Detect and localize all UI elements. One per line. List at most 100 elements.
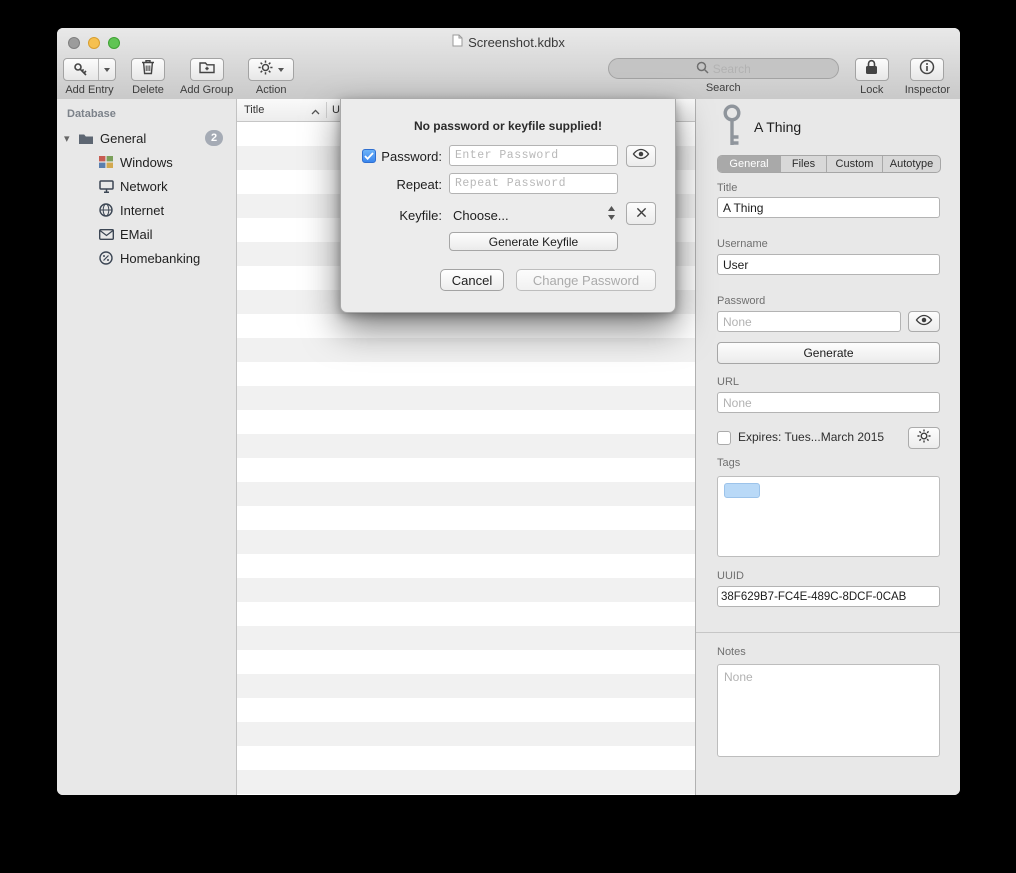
inspector-button[interactable] <box>910 58 944 81</box>
lock-item: Lock <box>855 58 889 96</box>
inspector-divider <box>696 632 960 633</box>
search-item: Search Search <box>608 58 839 96</box>
url-field[interactable]: None <box>717 392 940 413</box>
entry-title: A Thing <box>754 119 801 135</box>
lock-icon <box>865 59 878 80</box>
chevron-down-icon <box>104 68 110 72</box>
group-count-badge: 2 <box>205 130 223 146</box>
add-group-label: Add Group <box>180 84 233 96</box>
dialog-show-password-button[interactable] <box>626 145 656 167</box>
add-entry-label: Add Entry <box>65 84 113 96</box>
group-label: Windows <box>120 155 173 170</box>
tags-box[interactable] <box>717 476 940 557</box>
generate-button[interactable]: Generate <box>717 342 940 364</box>
sidebar-item-general[interactable]: ▾ General 2 <box>57 126 236 150</box>
search-input[interactable]: Search <box>608 58 839 79</box>
dialog-password-placeholder: Enter Password <box>455 149 559 162</box>
action-button[interactable] <box>248 58 294 81</box>
column-header-username[interactable]: U <box>332 104 340 116</box>
lock-label: Lock <box>860 84 883 96</box>
username-field[interactable]: User <box>717 254 940 275</box>
inspector-panel: A Thing General Files Custom Autotype Ti… <box>695 99 960 795</box>
keyfile-popup[interactable]: Choose... <box>453 208 509 223</box>
group-label: Homebanking <box>120 251 200 266</box>
eye-icon <box>915 313 933 331</box>
group-tree: ▾ General 2 Windows <box>57 126 236 270</box>
add-entry-dropdown[interactable] <box>98 59 115 80</box>
disclosure-triangle-icon[interactable]: ▾ <box>64 132 77 145</box>
add-group-button[interactable] <box>190 58 224 81</box>
column-header-title[interactable]: Title <box>244 104 264 116</box>
inspector-label: Inspector <box>905 84 950 96</box>
add-group-item: Add Group <box>180 58 233 96</box>
inspector-item: Inspector <box>905 58 950 96</box>
delete-item: Delete <box>131 58 165 96</box>
change-password-label: Change Password <box>533 273 639 288</box>
sidebar-item-network[interactable]: Network <box>57 174 236 198</box>
cancel-button[interactable]: Cancel <box>440 269 504 291</box>
cancel-label: Cancel <box>452 273 492 288</box>
clear-keyfile-button[interactable] <box>626 202 656 225</box>
tab-general[interactable]: General <box>718 156 780 172</box>
expires-label: Expires: Tues...March 2015 <box>738 430 884 444</box>
change-password-button[interactable]: Change Password <box>516 269 656 291</box>
gear-icon <box>917 429 931 448</box>
username-value: User <box>723 258 748 272</box>
username-label: Username <box>717 238 768 250</box>
sidebar-item-internet[interactable]: Internet <box>57 198 236 222</box>
window-header: Screenshot.kdbx Add Entry Delete <box>57 28 960 100</box>
search-label: Search <box>706 82 741 94</box>
uuid-field[interactable]: 38F629B7-FC4E-489C-8DCF-0CAB <box>717 586 940 607</box>
url-label: URL <box>717 376 739 388</box>
expires-options-button[interactable] <box>908 427 940 449</box>
add-entry-button[interactable] <box>63 58 116 81</box>
sidebar-item-email[interactable]: EMail <box>57 222 236 246</box>
toolbar-left: Add Entry Delete Add Group <box>63 58 294 96</box>
tag-token[interactable] <box>724 483 760 498</box>
tab-files[interactable]: Files <box>780 156 826 172</box>
group-label: EMail <box>120 227 153 242</box>
search-placeholder: Search <box>713 62 751 76</box>
windows-icon <box>97 156 115 168</box>
group-label: Internet <box>120 203 164 218</box>
database-section-header: Database <box>67 108 116 120</box>
password-field[interactable]: None <box>717 311 901 332</box>
tags-label: Tags <box>717 457 740 469</box>
dialog-repeat-field[interactable]: Repeat Password <box>449 173 618 194</box>
dialog-password-label: Password: <box>381 149 442 164</box>
inspector-tabs: General Files Custom Autotype <box>717 155 941 173</box>
desktop-background: Screenshot.kdbx Add Entry Delete <box>0 0 1016 873</box>
change-password-dialog: No password or keyfile supplied! Passwor… <box>340 99 676 313</box>
add-entry-item: Add Entry <box>63 58 116 96</box>
gear-icon <box>258 60 273 80</box>
sidebar-item-windows[interactable]: Windows <box>57 150 236 174</box>
delete-button[interactable] <box>131 58 165 81</box>
dialog-repeat-label: Repeat: <box>396 177 442 192</box>
tab-autotype[interactable]: Autotype <box>882 156 940 172</box>
expires-checkbox[interactable] <box>717 431 731 445</box>
dialog-keyfile-label: Keyfile: <box>399 208 442 223</box>
lock-button[interactable] <box>855 58 889 81</box>
folder-icon <box>77 132 95 145</box>
title-value: A Thing <box>723 201 763 215</box>
generate-keyfile-button[interactable]: Generate Keyfile <box>449 232 618 251</box>
column-separator[interactable] <box>326 102 327 118</box>
notes-placeholder: None <box>724 670 753 684</box>
monitor-icon <box>97 180 115 193</box>
notes-field[interactable]: None <box>717 664 940 757</box>
app-window: Screenshot.kdbx Add Entry Delete <box>57 28 960 795</box>
search-icon <box>696 61 709 77</box>
title-field[interactable]: A Thing <box>717 197 940 218</box>
eye-icon <box>632 147 650 165</box>
password-enabled-checkbox[interactable] <box>362 149 376 163</box>
dialog-password-field[interactable]: Enter Password <box>449 145 618 166</box>
popup-stepper-icon[interactable] <box>607 205 616 226</box>
title-label: Title <box>717 182 737 194</box>
window-title: Screenshot.kdbx <box>468 35 565 50</box>
folder-plus-icon <box>199 60 215 79</box>
key-plus-icon <box>64 59 98 80</box>
action-item: Action <box>248 58 294 96</box>
sidebar-item-homebanking[interactable]: Homebanking <box>57 246 236 270</box>
tab-custom[interactable]: Custom <box>826 156 882 172</box>
show-password-button[interactable] <box>908 311 940 332</box>
